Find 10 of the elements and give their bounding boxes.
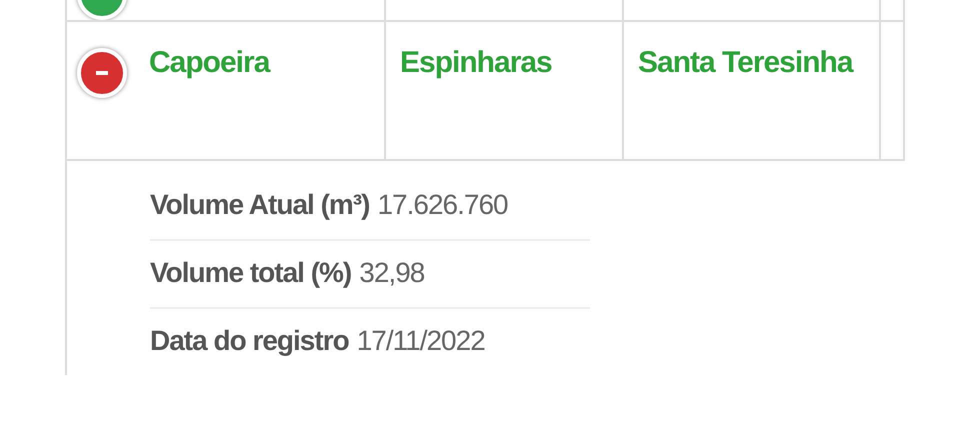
minus-icon	[96, 71, 108, 75]
detail-label: Data do registro	[150, 325, 349, 356]
detail-value: 32,98	[359, 257, 424, 288]
table-cell-text: Santa Teresinha	[638, 45, 853, 81]
detail-label: Volume total (%)	[150, 257, 352, 288]
table-cell-text: Espinharas	[400, 45, 552, 81]
detail-value: 17/11/2022	[356, 325, 485, 356]
detail-label: Volume Atual (m³)	[150, 189, 370, 220]
table-cell-text: Capoeira	[149, 45, 270, 81]
detail-value: 17.626.760	[377, 189, 508, 220]
